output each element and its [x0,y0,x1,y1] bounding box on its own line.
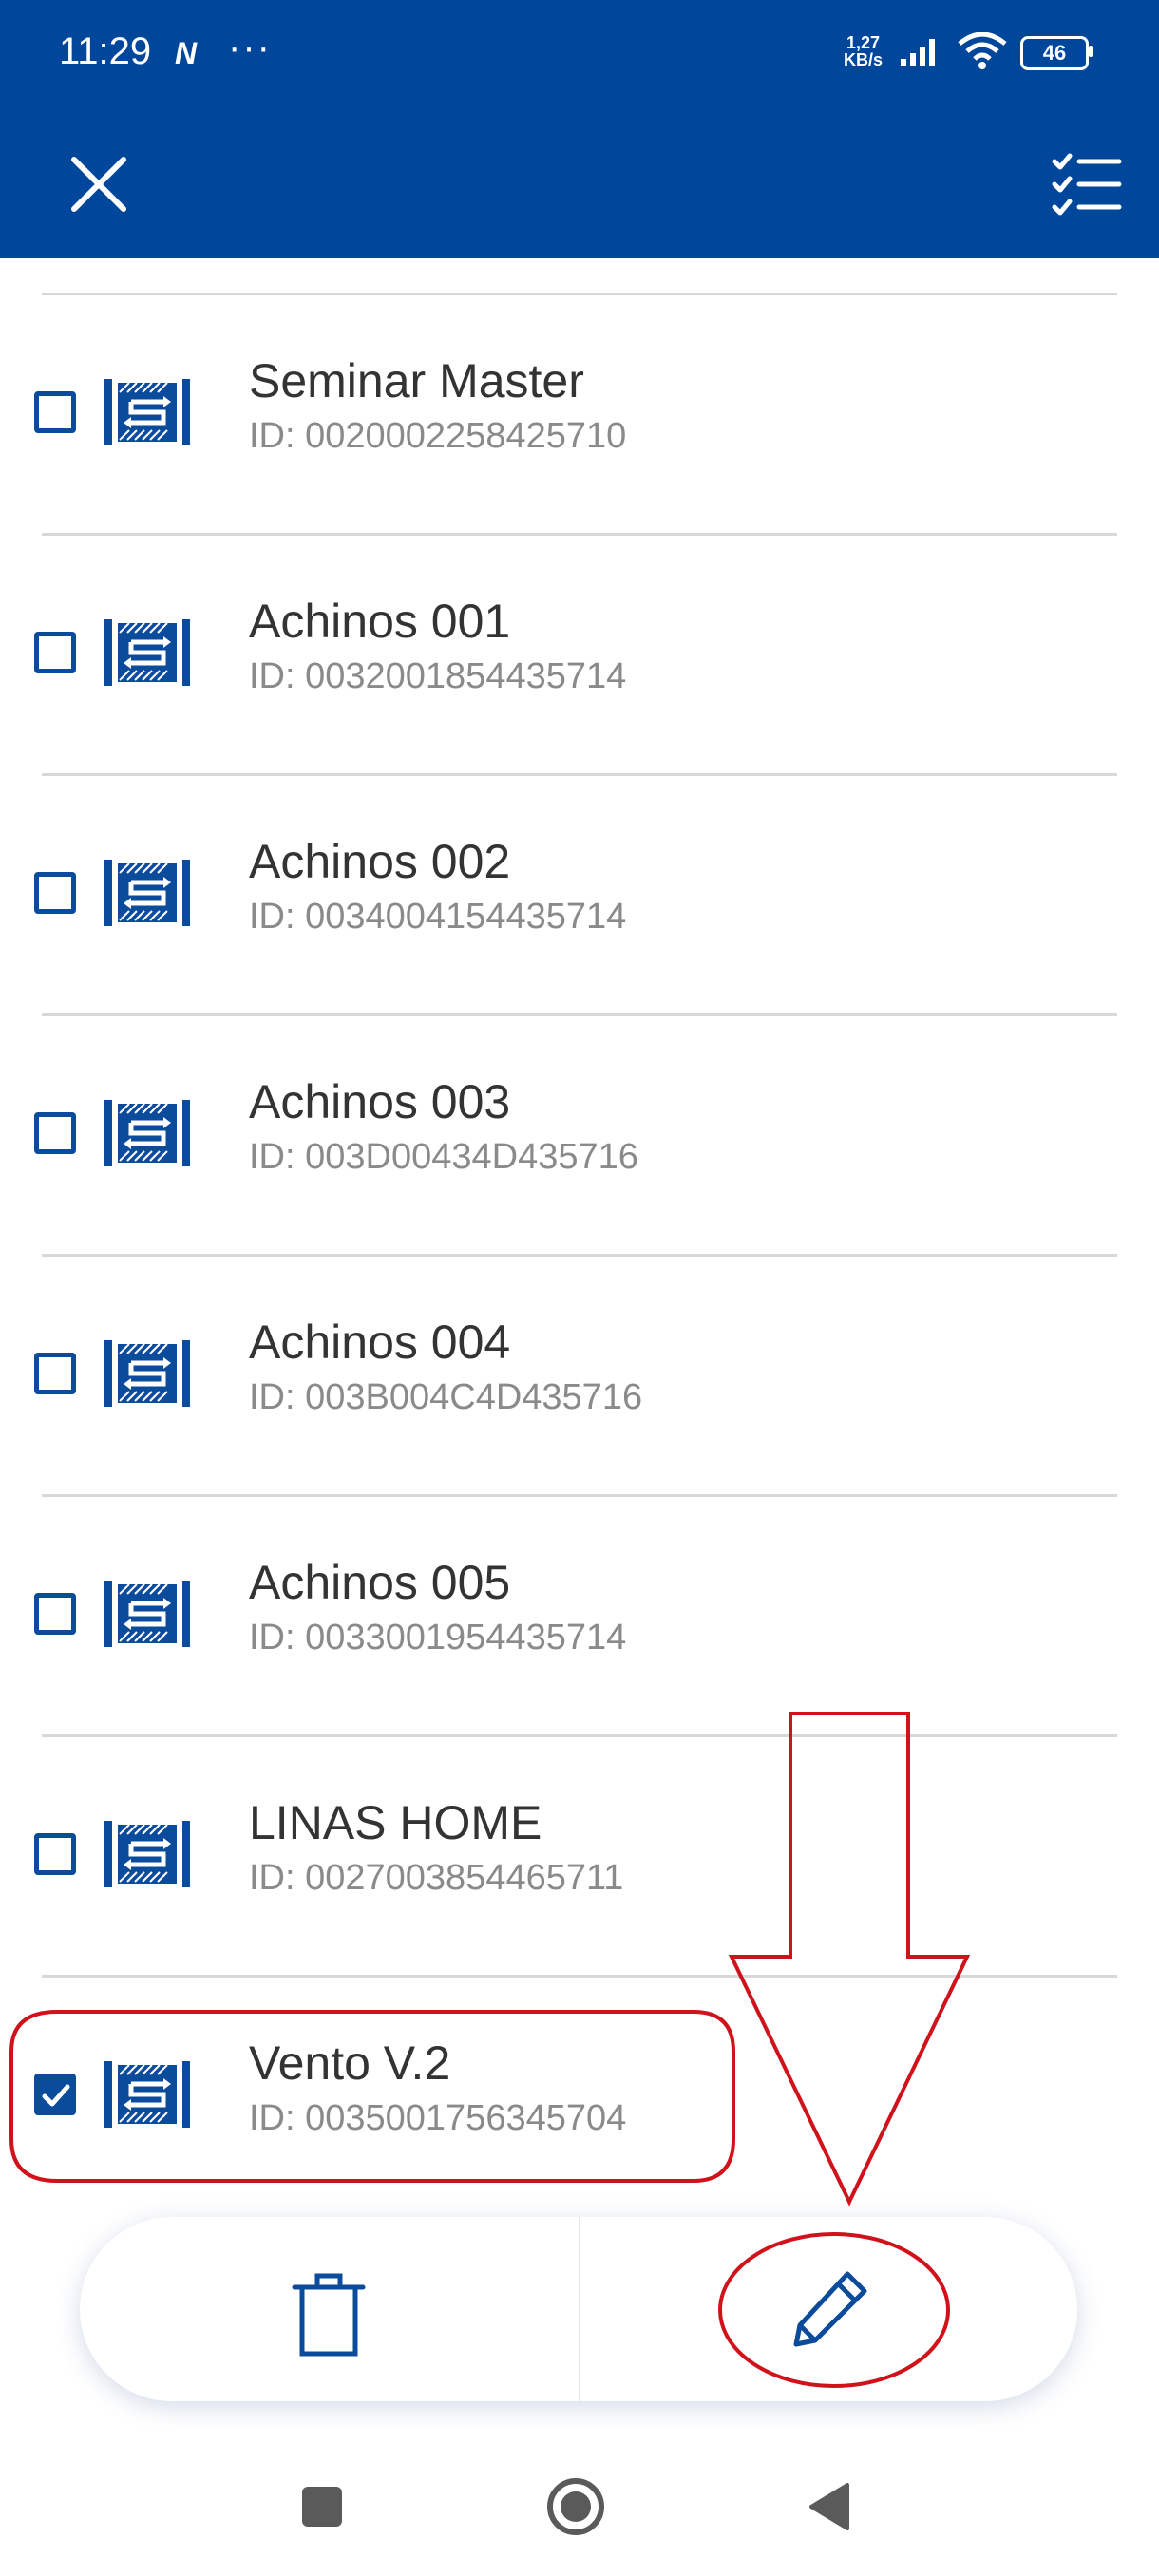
device-name: LINAS HOME [249,1796,542,1849]
ventilator-device-icon [104,2061,190,2128]
more-notifications-icon: ··· [228,27,272,68]
ventilator-device-icon [104,619,190,686]
device-id: ID: 0033001954435714 [249,1618,627,1657]
edit-button[interactable] [783,2264,874,2356]
device-checkbox[interactable] [34,872,76,914]
signal-icon [901,39,935,66]
device-id: ID: 0034004154435714 [249,897,627,937]
device-row[interactable]: Achinos 002 ID: 0034004154435714 [0,773,1159,1013]
device-checkbox[interactable] [34,2074,76,2115]
device-name: Achinos 003 [249,1075,511,1128]
status-bar: 11:29 N ··· 1,27 KB/s 46 [0,0,1159,109]
device-name: Achinos 004 [249,1316,511,1369]
ventilator-device-icon [104,379,190,445]
device-checkbox[interactable] [34,1353,76,1394]
nfc-icon: N [175,36,198,70]
action-divider [579,2217,580,2401]
device-name: Vento V.2 [249,2036,451,2090]
network-speed-value: 1,27 [846,33,881,52]
device-id: ID: 0035001756345704 [249,2098,627,2138]
delete-button[interactable] [283,2268,374,2359]
device-checkbox[interactable] [34,391,76,433]
select-all-button[interactable] [1051,148,1123,220]
device-checkbox[interactable] [34,1112,76,1154]
device-checkbox[interactable] [34,1593,76,1635]
device-row[interactable]: Achinos 003 ID: 003D00434D435716 [0,1013,1159,1253]
close-icon [71,157,126,212]
network-speed-unit: KB/s [844,50,884,69]
device-row[interactable]: Achinos 004 ID: 003B004C4D435716 [0,1254,1159,1493]
device-name: Achinos 002 [249,835,511,888]
device-row[interactable]: Achinos 001 ID: 0032001854435714 [0,533,1159,772]
wifi-icon [958,32,1007,69]
network-speed: 1,27 KB/s [844,34,883,68]
check-icon [42,2084,70,2107]
device-checkbox[interactable] [34,632,76,673]
recents-button[interactable] [302,2487,342,2527]
device-row[interactable]: Vento V.2 ID: 0035001756345704 [0,1975,1159,2214]
status-time: 11:29 [59,30,152,72]
home-button[interactable] [545,2476,606,2537]
pencil-icon [793,2271,867,2347]
back-button[interactable] [806,2481,851,2532]
device-id: ID: 003D00434D435716 [249,1137,638,1177]
battery-tip [1089,46,1093,57]
ventilator-device-icon [104,860,190,926]
battery-icon: 46 [1020,36,1089,70]
device-id: ID: 0027003854465711 [249,1858,624,1898]
device-name: Achinos 001 [249,595,511,648]
ventilator-device-icon [104,1821,190,1887]
device-id: ID: 0020002258425710 [249,416,627,456]
device-row[interactable]: Seminar Master ID: 0020002258425710 [0,293,1159,532]
trash-icon [292,2273,366,2357]
bottom-action-bar [80,2217,1077,2401]
device-checkbox[interactable] [34,1833,76,1875]
device-id: ID: 003B004C4D435716 [249,1377,643,1417]
app-bar [0,109,1159,258]
device-row[interactable]: LINAS HOME ID: 0027003854465711 [0,1734,1159,1974]
close-button[interactable] [65,150,133,218]
device-id: ID: 0032001854435714 [249,656,627,696]
device-name: Seminar Master [249,354,584,407]
checklist-icon [1052,153,1122,216]
ventilator-device-icon [104,1340,190,1407]
ventilator-device-icon [104,1100,190,1166]
device-name: Achinos 005 [249,1556,511,1609]
device-row[interactable]: Achinos 005 ID: 0033001954435714 [0,1494,1159,1733]
ventilator-device-icon [104,1581,190,1647]
